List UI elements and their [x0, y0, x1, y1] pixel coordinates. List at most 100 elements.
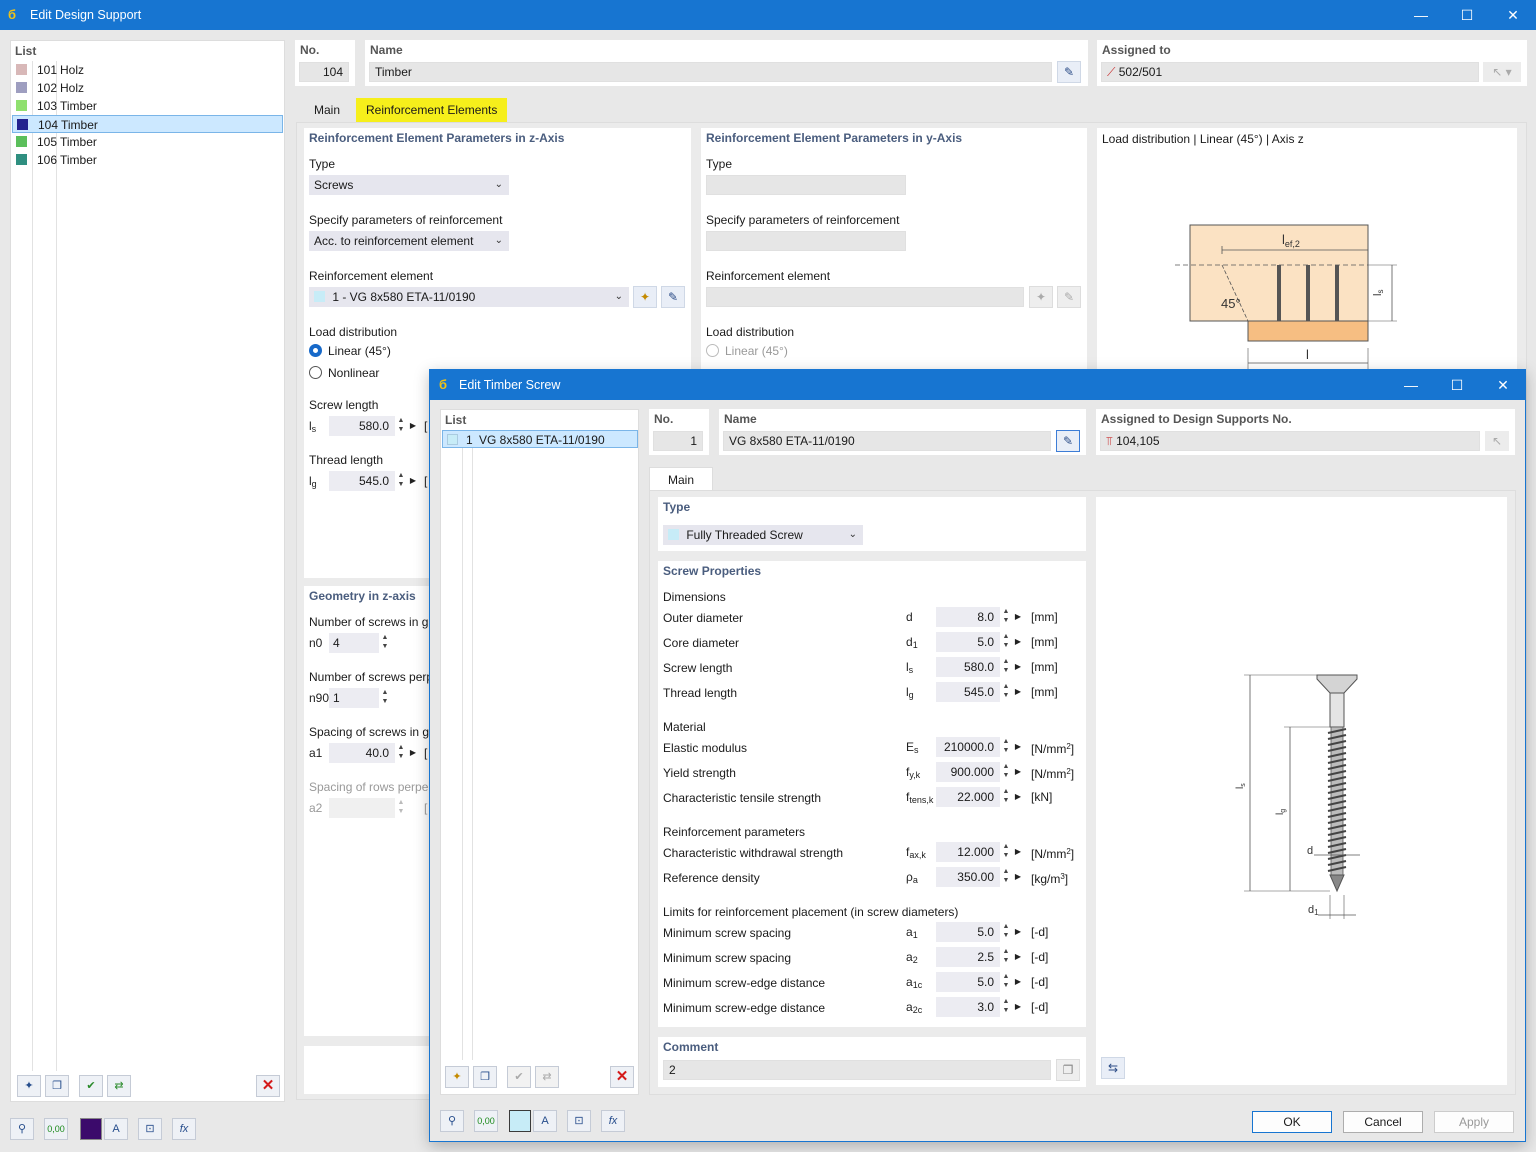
property-spinner[interactable]: ▲ ▼ — [1000, 867, 1012, 887]
a1-spinner[interactable]: ▲ ▼ — [395, 743, 407, 763]
property-spinner[interactable]: ▲ ▼ — [1000, 632, 1012, 652]
new-item-icon[interactable]: ✦ — [445, 1066, 469, 1088]
inner-assigned-field[interactable]: ⫪ 104,105 — [1100, 431, 1480, 451]
tab-main[interactable]: Main — [304, 98, 350, 122]
property-input[interactable]: 545.0 — [936, 682, 1000, 702]
thread-length-spinner[interactable]: ▲ ▼ — [395, 471, 407, 491]
help-icon[interactable]: ⚲ — [10, 1118, 34, 1140]
list-item[interactable]: 104 Timber — [12, 115, 283, 133]
property-input[interactable]: 5.0 — [936, 972, 1000, 992]
copy-item-icon[interactable]: ❐ — [45, 1075, 69, 1097]
property-arrow[interactable]: ▶ — [1013, 632, 1023, 652]
type-select[interactable]: Fully Threaded Screw ⌄ — [663, 525, 863, 545]
property-input[interactable]: 12.000 — [936, 842, 1000, 862]
property-arrow[interactable]: ▶ — [1013, 682, 1023, 702]
cancel-button[interactable]: Cancel — [1343, 1111, 1423, 1133]
n0-input[interactable]: 4 — [329, 633, 379, 653]
check-toggle-icon[interactable]: ⇄ — [107, 1075, 131, 1097]
color-swatch-button[interactable] — [80, 1118, 102, 1140]
inner-no-field[interactable]: 1 — [653, 431, 703, 451]
property-arrow[interactable]: ▶ — [1013, 762, 1023, 782]
radio-linear[interactable] — [309, 344, 322, 357]
z-elem-select[interactable]: 1 - VG 8x580 ETA-11/0190 ⌄ — [309, 287, 629, 307]
n90-input[interactable]: 1 — [329, 688, 379, 708]
property-input[interactable]: 3.0 — [936, 997, 1000, 1017]
property-arrow[interactable]: ▶ — [1013, 787, 1023, 807]
inner-name-field[interactable]: VG 8x580 ETA-11/0190 — [723, 431, 1051, 451]
pick-icon[interactable]: ↖ — [1485, 431, 1509, 451]
property-spinner[interactable]: ▲ ▼ — [1000, 972, 1012, 992]
list-item[interactable]: 106 Timber — [12, 151, 283, 169]
view-options-icon[interactable]: ⇆ — [1101, 1057, 1125, 1079]
view-icon[interactable]: ⊡ — [138, 1118, 162, 1140]
property-spinner[interactable]: ▲ ▼ — [1000, 947, 1012, 967]
maximize-button[interactable]: ☐ — [1444, 0, 1490, 30]
comment-library-icon[interactable]: ❐ — [1056, 1059, 1080, 1081]
units-icon[interactable]: A — [533, 1110, 557, 1132]
property-spinner[interactable]: ▲ ▼ — [1000, 997, 1012, 1017]
property-arrow[interactable]: ▶ — [1013, 922, 1023, 942]
copy-item-icon[interactable]: ❐ — [473, 1066, 497, 1088]
formula-icon[interactable]: fx — [172, 1118, 196, 1140]
property-input[interactable]: 210000.0 — [936, 737, 1000, 757]
property-input[interactable]: 580.0 — [936, 657, 1000, 677]
inner-close-button[interactable]: ✕ — [1480, 370, 1526, 400]
property-spinner[interactable]: ▲ ▼ — [1000, 682, 1012, 702]
check-all-icon[interactable]: ✔ — [79, 1075, 103, 1097]
property-input[interactable]: 5.0 — [936, 922, 1000, 942]
property-input[interactable]: 2.5 — [936, 947, 1000, 967]
a1-arrow[interactable]: ▶ — [408, 743, 418, 763]
property-spinner[interactable]: ▲ ▼ — [1000, 762, 1012, 782]
pick-icon[interactable]: ↖ ▾ — [1483, 62, 1521, 82]
view-icon[interactable]: ⊡ — [567, 1110, 591, 1132]
property-arrow[interactable]: ▶ — [1013, 972, 1023, 992]
delete-icon[interactable]: ✕ — [610, 1066, 634, 1088]
property-spinner[interactable]: ▲ ▼ — [1000, 787, 1012, 807]
list-item[interactable]: 103 Timber — [12, 97, 283, 115]
inner-minimize-button[interactable]: — — [1388, 370, 1434, 400]
property-input[interactable]: 8.0 — [936, 607, 1000, 627]
a1-input[interactable]: 40.0 — [329, 743, 395, 763]
comment-field[interactable]: 2 — [663, 1060, 1051, 1080]
property-spinner[interactable]: ▲ ▼ — [1000, 922, 1012, 942]
property-input[interactable]: 22.000 — [936, 787, 1000, 807]
property-arrow[interactable]: ▶ — [1013, 607, 1023, 627]
property-spinner[interactable]: ▲ ▼ — [1000, 842, 1012, 862]
edit-name-icon[interactable]: ✎ — [1057, 61, 1081, 83]
property-arrow[interactable]: ▶ — [1013, 947, 1023, 967]
name-field[interactable]: Timber — [369, 62, 1052, 82]
new-item-icon[interactable]: ✦ — [17, 1075, 41, 1097]
tab-main[interactable]: Main — [649, 467, 713, 491]
property-spinner[interactable]: ▲ ▼ — [1000, 607, 1012, 627]
help-icon[interactable]: ⚲ — [440, 1110, 464, 1132]
property-input[interactable]: 900.000 — [936, 762, 1000, 782]
thread-length-arrow[interactable]: ▶ — [408, 471, 418, 491]
color-swatch-button[interactable] — [509, 1110, 531, 1132]
screw-length-input[interactable]: 580.0 — [329, 416, 395, 436]
inner-maximize-button[interactable]: ☐ — [1434, 370, 1480, 400]
ok-button[interactable]: OK — [1252, 1111, 1332, 1133]
list-item[interactable]: 101 Holz — [12, 61, 283, 79]
radio-nonlinear[interactable] — [309, 366, 322, 379]
property-spinner[interactable]: ▲ ▼ — [1000, 737, 1012, 757]
tab-reinforcement-elements[interactable]: Reinforcement Elements — [356, 98, 508, 122]
property-input[interactable]: 350.00 — [936, 867, 1000, 887]
screw-length-arrow[interactable]: ▶ — [408, 416, 418, 436]
minimize-button[interactable]: — — [1398, 0, 1444, 30]
edit-name-icon[interactable]: ✎ — [1056, 430, 1080, 452]
list-item[interactable]: 102 Holz — [12, 79, 283, 97]
property-arrow[interactable]: ▶ — [1013, 737, 1023, 757]
property-arrow[interactable]: ▶ — [1013, 867, 1023, 887]
z-spec-select[interactable]: Acc. to reinforcement element ⌄ — [309, 231, 509, 251]
close-button[interactable]: ✕ — [1490, 0, 1536, 30]
thread-length-input[interactable]: 545.0 — [329, 471, 395, 491]
edit-element-icon[interactable]: ✎ — [661, 286, 685, 308]
decimals-icon[interactable]: 0,00 — [474, 1110, 498, 1132]
n0-spinner[interactable]: ▲ ▼ — [379, 633, 391, 653]
formula-icon[interactable]: fx — [601, 1110, 625, 1132]
new-element-icon[interactable]: ✦ — [633, 286, 657, 308]
n90-spinner[interactable]: ▲ ▼ — [379, 688, 391, 708]
property-spinner[interactable]: ▲ ▼ — [1000, 657, 1012, 677]
property-arrow[interactable]: ▶ — [1013, 842, 1023, 862]
apply-button[interactable]: Apply — [1434, 1111, 1514, 1133]
